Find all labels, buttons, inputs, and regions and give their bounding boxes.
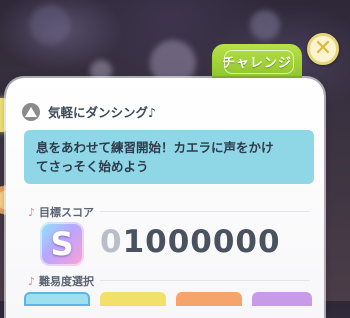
target-score-value: 01000000 [100,224,281,260]
song-title: 気軽にダンシング♪ [48,105,156,120]
score-digits: 1000000 [122,224,281,260]
difficulty-option-hard[interactable] [176,292,242,306]
message-line-1: 息をあわせて練習開始！カエラに声をかけ [36,140,274,155]
target-score-heading: ♪ 目標スコア [28,204,94,220]
divider [100,211,310,212]
difficulty-option-expert[interactable] [252,292,312,306]
score-leading-zero: 0 [100,224,123,260]
difficulty-option-normal[interactable] [100,292,166,306]
music-note-icon: ♪ [28,205,36,219]
rank-letter: S [50,225,74,263]
divider [100,280,310,281]
difficulty-label: 難易度選択 [39,275,95,288]
tab-border-decoration [224,50,294,74]
difficulty-option-easy[interactable] [24,292,90,306]
alert-icon [22,102,40,121]
difficulty-heading: ♪ 難易度選択 [28,273,94,289]
rank-badge: S [40,222,84,266]
bokeh-light [30,5,70,45]
mission-message: 息をあわせて練習開始！カエラに声をかけ てさっそく始めよう [24,130,314,184]
close-button[interactable]: ✕ [307,33,339,65]
target-score-label: 目標スコア [39,206,95,219]
music-note-icon: ♪ [28,274,36,288]
message-line-2: てさっそく始めよう [36,159,149,174]
bokeh-light [250,10,280,40]
song-title-row: 気軽にダンシング♪ [22,102,156,121]
close-icon: ✕ [313,36,333,61]
